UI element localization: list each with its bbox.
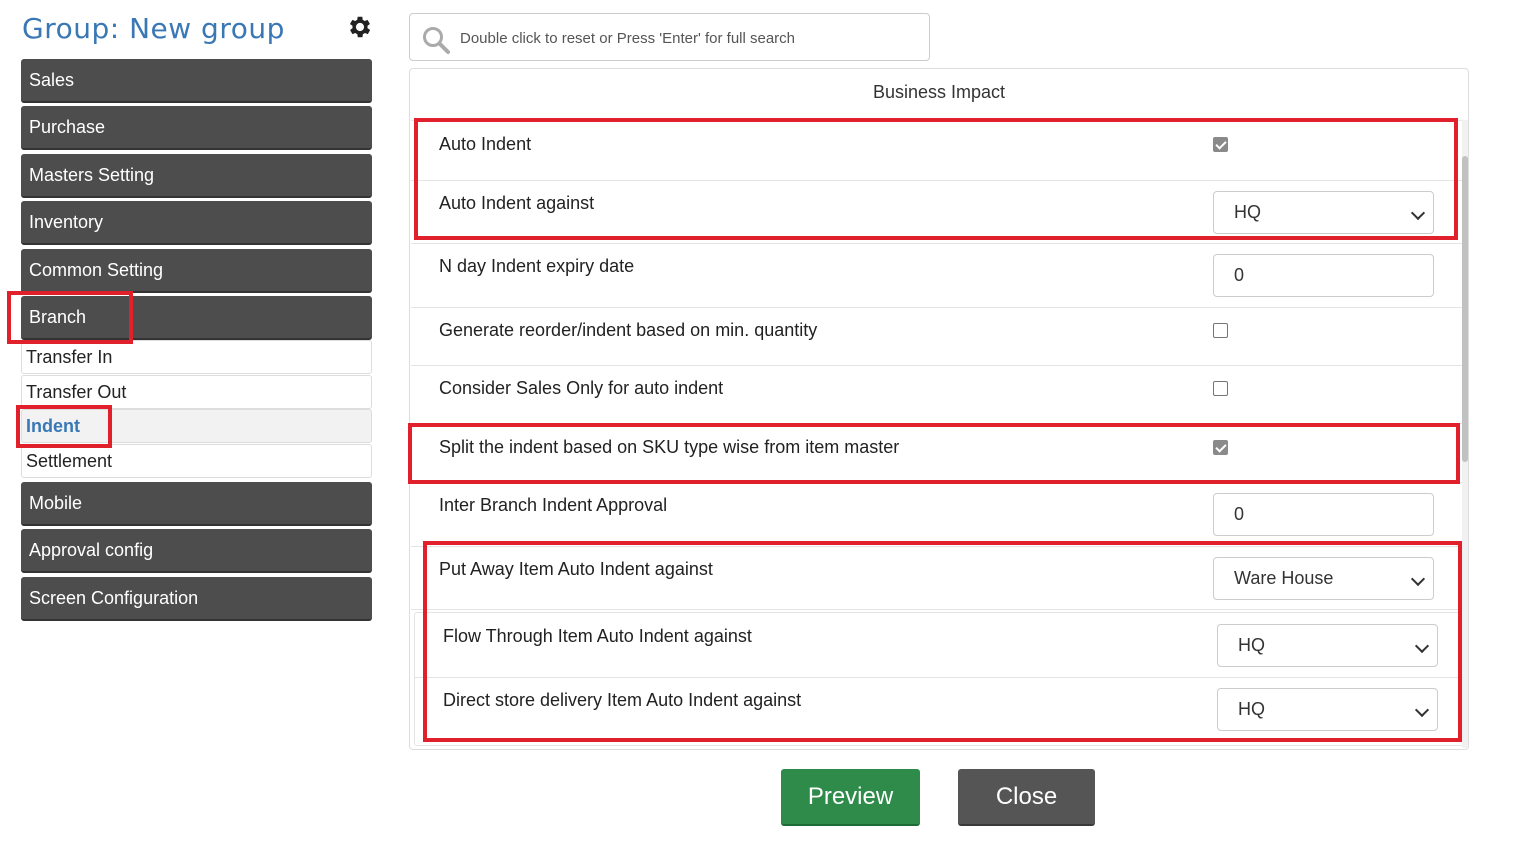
menu-purchase[interactable]: Purchase — [21, 106, 372, 150]
row-divider — [411, 243, 1462, 244]
search-input[interactable] — [454, 18, 924, 58]
panel-title: Business Impact — [872, 82, 1006, 102]
submenu-transfer-in[interactable]: Transfer In — [21, 340, 372, 374]
setting-label-n-day-indent-expiry: N day Indent expiry date — [439, 256, 635, 276]
input-value: 0 — [1234, 265, 1245, 285]
menu-mobile[interactable]: Mobile — [21, 482, 372, 526]
setting-label-inter-branch-approval: Inter Branch Indent Approval — [439, 495, 668, 515]
group-title: Group: New group — [22, 12, 285, 45]
menu-sales[interactable]: Sales — [21, 59, 372, 103]
menu-masters-setting[interactable]: Masters Setting — [21, 154, 372, 198]
highlight-auto-indent-group — [414, 118, 1458, 240]
checkbox-consider-sales-only[interactable] — [1213, 381, 1228, 396]
highlight-indent — [16, 405, 112, 448]
row-divider — [411, 365, 1462, 366]
menu-approval-config[interactable]: Approval config — [21, 529, 372, 573]
search-icon — [423, 27, 450, 54]
setting-label-generate-reorder: Generate reorder/indent based on min. qu… — [439, 320, 818, 340]
scrollbar-thumb[interactable] — [1462, 156, 1468, 462]
setting-label-consider-sales-only: Consider Sales Only for auto indent — [439, 378, 724, 398]
highlight-item-auto-indent-group — [423, 541, 1462, 742]
menu-screen-configuration[interactable]: Screen Configuration — [21, 577, 372, 621]
highlight-branch — [7, 291, 133, 344]
menu-common-setting[interactable]: Common Setting — [21, 249, 372, 293]
row-divider — [411, 307, 1462, 308]
checkbox-generate-reorder[interactable] — [1213, 323, 1228, 338]
close-button[interactable]: Close — [958, 769, 1095, 826]
submenu-settlement[interactable]: Settlement — [21, 444, 372, 478]
input-value: 0 — [1234, 504, 1245, 524]
input-inter-branch-approval[interactable]: 0 — [1213, 493, 1434, 536]
preview-button[interactable]: Preview — [781, 769, 920, 826]
submenu-transfer-out[interactable]: Transfer Out — [21, 375, 372, 409]
highlight-split-indent — [408, 423, 1460, 484]
input-n-day-indent-expiry[interactable]: 0 — [1213, 254, 1434, 297]
menu-inventory[interactable]: Inventory — [21, 201, 372, 245]
gear-icon[interactable] — [346, 13, 374, 41]
